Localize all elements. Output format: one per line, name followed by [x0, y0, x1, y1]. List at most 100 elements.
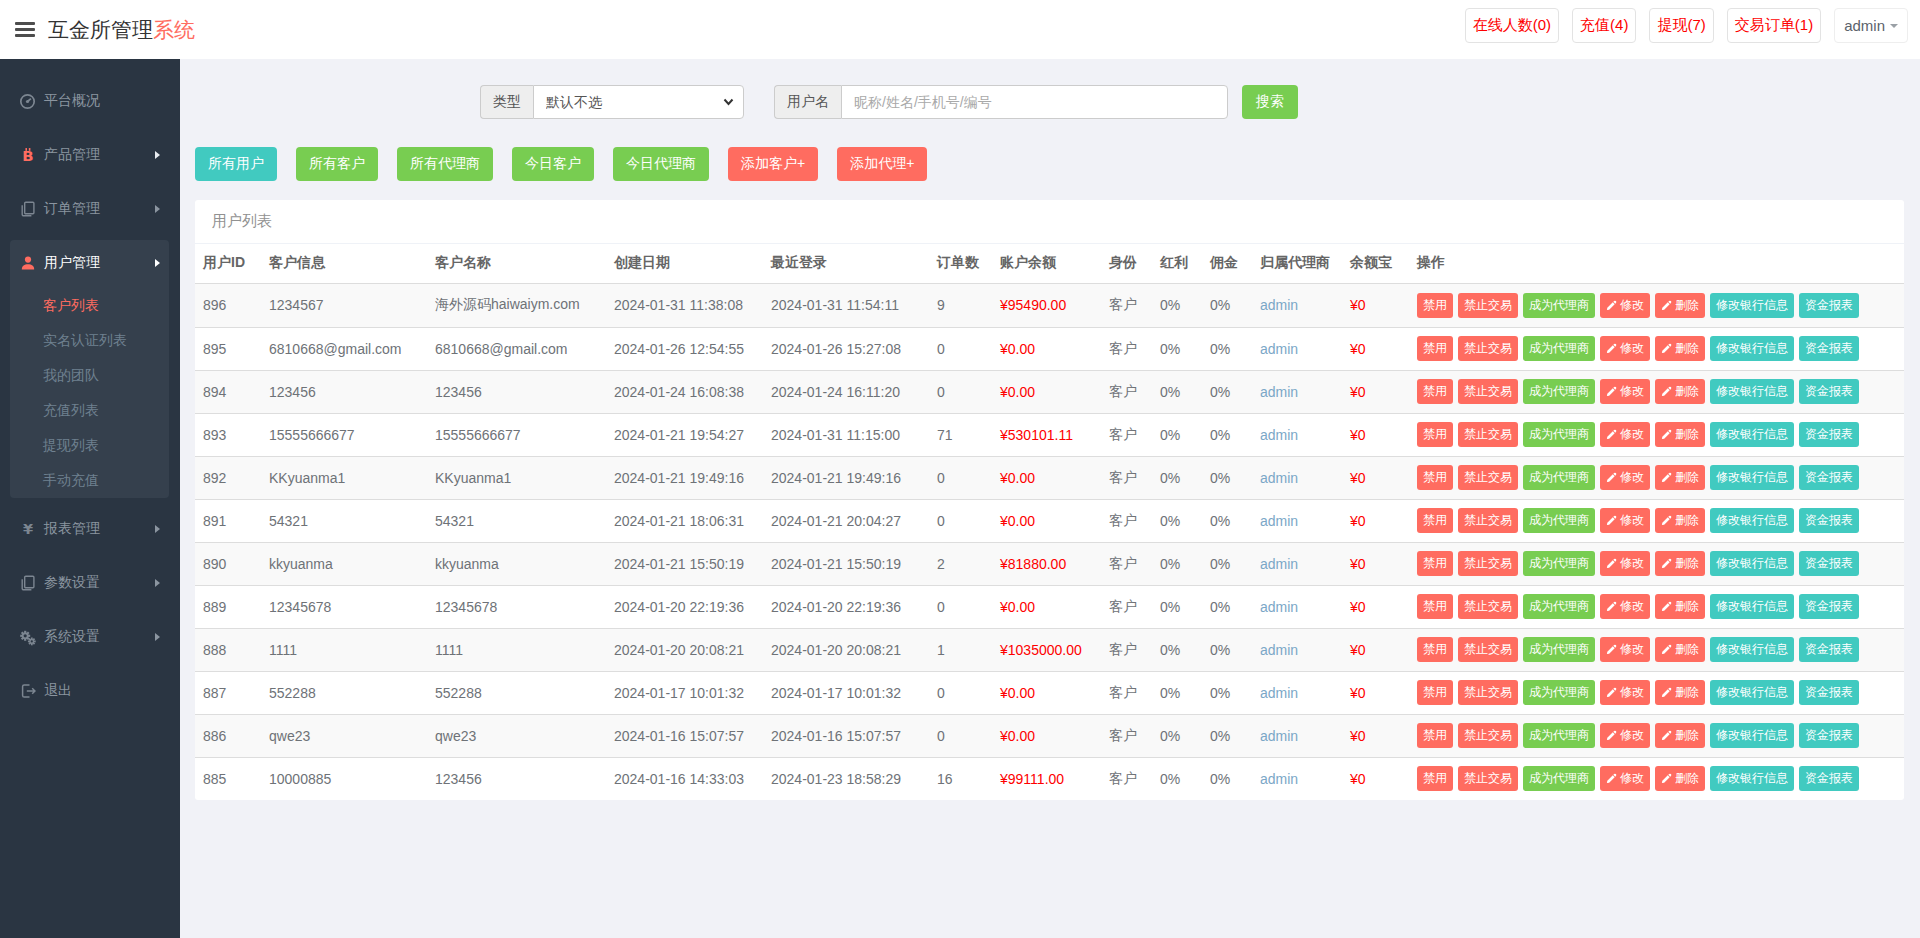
delete-button[interactable]: 删除 — [1655, 551, 1705, 576]
agent-link[interactable]: admin — [1260, 599, 1298, 615]
forbid-trade-button[interactable]: 禁止交易 — [1458, 551, 1518, 576]
delete-button[interactable]: 删除 — [1655, 680, 1705, 705]
agent-link[interactable]: admin — [1260, 470, 1298, 486]
fund-report-button[interactable]: 资金报表 — [1799, 637, 1859, 662]
fund-report-button[interactable]: 资金报表 — [1799, 336, 1859, 361]
disable-button[interactable]: 禁用 — [1417, 465, 1453, 490]
fund-report-button[interactable]: 资金报表 — [1799, 766, 1859, 791]
edit-button[interactable]: 修改 — [1600, 594, 1650, 619]
sidebar-item-dashboard[interactable]: 平台概况 — [0, 74, 180, 128]
sidebar-item-products[interactable]: B产品管理 — [0, 128, 180, 182]
edit-bank-button[interactable]: 修改银行信息 — [1710, 508, 1794, 533]
fund-report-button[interactable]: 资金报表 — [1799, 551, 1859, 576]
make-agent-button[interactable]: 成为代理商 — [1523, 637, 1595, 662]
delete-button[interactable]: 删除 — [1655, 766, 1705, 791]
admin-user-menu[interactable]: admin — [1834, 8, 1908, 43]
type-filter-select[interactable]: 默认不选 — [533, 85, 744, 119]
today-agents-button[interactable]: 今日代理商 — [613, 147, 709, 181]
edit-button[interactable]: 修改 — [1600, 766, 1650, 791]
delete-button[interactable]: 删除 — [1655, 723, 1705, 748]
edit-bank-button[interactable]: 修改银行信息 — [1710, 637, 1794, 662]
delete-button[interactable]: 删除 — [1655, 422, 1705, 447]
delete-button[interactable]: 删除 — [1655, 336, 1705, 361]
hamburger-menu-icon[interactable] — [15, 19, 35, 40]
agent-link[interactable]: admin — [1260, 384, 1298, 400]
fund-report-button[interactable]: 资金报表 — [1799, 422, 1859, 447]
edit-bank-button[interactable]: 修改银行信息 — [1710, 336, 1794, 361]
sidebar-item-orders[interactable]: 订单管理 — [0, 182, 180, 236]
make-agent-button[interactable]: 成为代理商 — [1523, 379, 1595, 404]
edit-button[interactable]: 修改 — [1600, 723, 1650, 748]
agent-link[interactable]: admin — [1260, 427, 1298, 443]
sidebar-subitem-manual-recharge[interactable]: 手动充值 — [10, 463, 169, 498]
agent-link[interactable]: admin — [1260, 513, 1298, 529]
forbid-trade-button[interactable]: 禁止交易 — [1458, 594, 1518, 619]
today-customers-button[interactable]: 今日客户 — [512, 147, 594, 181]
edit-button[interactable]: 修改 — [1600, 379, 1650, 404]
edit-button[interactable]: 修改 — [1600, 551, 1650, 576]
make-agent-button[interactable]: 成为代理商 — [1523, 594, 1595, 619]
sidebar-subitem-my-team[interactable]: 我的团队 — [10, 358, 169, 393]
forbid-trade-button[interactable]: 禁止交易 — [1458, 379, 1518, 404]
edit-bank-button[interactable]: 修改银行信息 — [1710, 723, 1794, 748]
delete-button[interactable]: 删除 — [1655, 508, 1705, 533]
sidebar-item-params[interactable]: 参数设置 — [0, 556, 180, 610]
edit-bank-button[interactable]: 修改银行信息 — [1710, 594, 1794, 619]
delete-button[interactable]: 删除 — [1655, 594, 1705, 619]
edit-bank-button[interactable]: 修改银行信息 — [1710, 465, 1794, 490]
make-agent-button[interactable]: 成为代理商 — [1523, 680, 1595, 705]
header-stat-online[interactable]: 在线人数(0) — [1465, 8, 1559, 43]
edit-button[interactable]: 修改 — [1600, 637, 1650, 662]
make-agent-button[interactable]: 成为代理商 — [1523, 551, 1595, 576]
forbid-trade-button[interactable]: 禁止交易 — [1458, 680, 1518, 705]
fund-report-button[interactable]: 资金报表 — [1799, 594, 1859, 619]
fund-report-button[interactable]: 资金报表 — [1799, 680, 1859, 705]
disable-button[interactable]: 禁用 — [1417, 680, 1453, 705]
disable-button[interactable]: 禁用 — [1417, 379, 1453, 404]
forbid-trade-button[interactable]: 禁止交易 — [1458, 637, 1518, 662]
fund-report-button[interactable]: 资金报表 — [1799, 379, 1859, 404]
edit-button[interactable]: 修改 — [1600, 422, 1650, 447]
disable-button[interactable]: 禁用 — [1417, 508, 1453, 533]
sidebar-subitem-customer-list[interactable]: 客户列表 — [10, 288, 169, 323]
delete-button[interactable]: 删除 — [1655, 465, 1705, 490]
disable-button[interactable]: 禁用 — [1417, 766, 1453, 791]
edit-bank-button[interactable]: 修改银行信息 — [1710, 766, 1794, 791]
make-agent-button[interactable]: 成为代理商 — [1523, 422, 1595, 447]
make-agent-button[interactable]: 成为代理商 — [1523, 766, 1595, 791]
edit-button[interactable]: 修改 — [1600, 680, 1650, 705]
agent-link[interactable]: admin — [1260, 685, 1298, 701]
forbid-trade-button[interactable]: 禁止交易 — [1458, 465, 1518, 490]
disable-button[interactable]: 禁用 — [1417, 551, 1453, 576]
disable-button[interactable]: 禁用 — [1417, 293, 1453, 318]
sidebar-item-reports[interactable]: ¥报表管理 — [0, 502, 180, 556]
edit-button[interactable]: 修改 — [1600, 336, 1650, 361]
disable-button[interactable]: 禁用 — [1417, 336, 1453, 361]
edit-button[interactable]: 修改 — [1600, 508, 1650, 533]
sidebar-subitem-recharge-list[interactable]: 充值列表 — [10, 393, 169, 428]
fund-report-button[interactable]: 资金报表 — [1799, 293, 1859, 318]
sidebar-item-users[interactable]: 用户管理 — [10, 240, 169, 286]
add-agent-button[interactable]: 添加代理+ — [837, 147, 927, 181]
agent-link[interactable]: admin — [1260, 556, 1298, 572]
edit-button[interactable]: 修改 — [1600, 293, 1650, 318]
all-users-button[interactable]: 所有用户 — [195, 147, 277, 181]
agent-link[interactable]: admin — [1260, 297, 1298, 313]
sidebar-item-logout[interactable]: 退出 — [0, 664, 180, 718]
edit-bank-button[interactable]: 修改银行信息 — [1710, 680, 1794, 705]
edit-button[interactable]: 修改 — [1600, 465, 1650, 490]
forbid-trade-button[interactable]: 禁止交易 — [1458, 766, 1518, 791]
disable-button[interactable]: 禁用 — [1417, 723, 1453, 748]
agent-link[interactable]: admin — [1260, 642, 1298, 658]
delete-button[interactable]: 删除 — [1655, 379, 1705, 404]
forbid-trade-button[interactable]: 禁止交易 — [1458, 336, 1518, 361]
disable-button[interactable]: 禁用 — [1417, 594, 1453, 619]
agent-link[interactable]: admin — [1260, 341, 1298, 357]
edit-bank-button[interactable]: 修改银行信息 — [1710, 379, 1794, 404]
delete-button[interactable]: 删除 — [1655, 293, 1705, 318]
add-customer-button[interactable]: 添加客户+ — [728, 147, 818, 181]
agent-link[interactable]: admin — [1260, 728, 1298, 744]
make-agent-button[interactable]: 成为代理商 — [1523, 465, 1595, 490]
fund-report-button[interactable]: 资金报表 — [1799, 508, 1859, 533]
sidebar-item-system[interactable]: 系统设置 — [0, 610, 180, 664]
